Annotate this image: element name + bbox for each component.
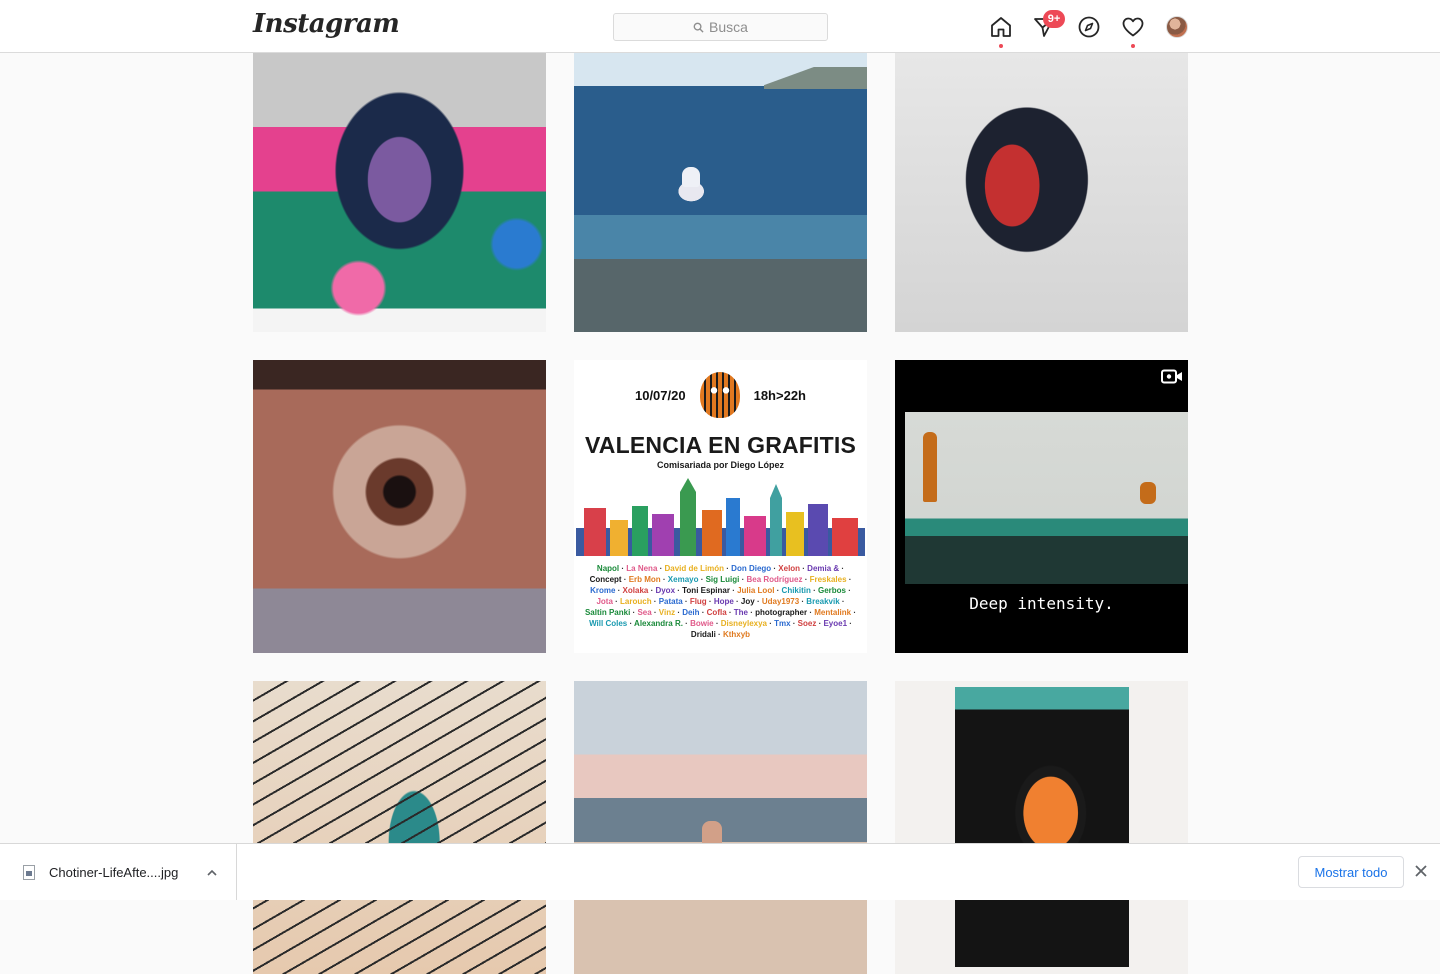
instagram-logo[interactable]: Instagram — [253, 9, 400, 39]
poster-artist: Breakvik — [806, 597, 840, 606]
poster-artist: Gerbos — [818, 586, 847, 595]
poster-artist: Disneylexya — [720, 619, 767, 628]
poster-artist: Bea Rodríguez — [746, 575, 803, 584]
post-thumbnail-figure-sketch[interactable] — [253, 681, 546, 974]
poster-artist: Dridali — [690, 630, 716, 639]
download-shelf: Chotiner-LifeAfte....jpg Mostrar todo — [0, 843, 1440, 900]
cliff-shape — [764, 67, 867, 89]
post-thumbnail-orange-painting[interactable] — [895, 681, 1188, 974]
poster-artist: Larouch — [620, 597, 652, 606]
poster-artist: Chikitin — [781, 586, 811, 595]
poster-date: 10/07/20 — [634, 387, 686, 403]
poster-header: 10/07/20 18h>22h — [574, 366, 867, 424]
heart-icon — [1122, 17, 1144, 37]
poster-artist: Xelon — [778, 564, 801, 573]
poster-artist: Demia & — [807, 564, 840, 573]
search-input[interactable]: Busca — [613, 13, 828, 41]
video-frame — [905, 412, 1188, 584]
poster-artist: Eyoe1 — [823, 619, 848, 628]
show-all-downloads-button[interactable]: Mostrar todo — [1298, 856, 1404, 888]
search-placeholder: Busca — [709, 19, 748, 35]
poster-artist: Soez — [797, 619, 817, 628]
poster-artist: Xemayo — [667, 575, 699, 584]
post-thumbnail-sea[interactable] — [574, 39, 867, 332]
poster-artist: Krome — [590, 586, 616, 595]
video-icon — [1161, 369, 1182, 384]
download-item[interactable]: Chotiner-LifeAfte....jpg — [0, 844, 237, 900]
tiger-logo-icon — [699, 372, 740, 418]
poster-artist: Saltin Panki — [584, 608, 631, 617]
explore-button[interactable] — [1076, 14, 1102, 40]
poster-artist: La Nena — [626, 564, 658, 573]
poster-artist: Hope — [713, 597, 734, 606]
poster-artist: Vinz — [658, 608, 676, 617]
home-icon — [991, 17, 1011, 37]
post-thumbnail-mural-woman[interactable] — [253, 39, 546, 332]
poster-artist: Cofla — [706, 608, 727, 617]
poster-artist: Mentalink — [814, 608, 852, 617]
poster-artist: Xolaka — [622, 586, 649, 595]
poster-artist-list: Napol · La Nena · David de Limón · Don D… — [584, 564, 857, 639]
poster-title: VALENCIA EN GRAFITIS — [584, 432, 857, 458]
poster-artist: Tmx — [774, 619, 791, 628]
download-file-name: Chotiner-LifeAfte....jpg — [49, 865, 179, 880]
close-icon[interactable] — [1414, 864, 1428, 878]
poster-artist: Napol — [596, 564, 620, 573]
poster-artist: Erb Mon — [628, 575, 661, 584]
poster-artist: Julia Lool — [737, 586, 775, 595]
poster-time: 18h>22h — [753, 387, 806, 403]
poster-artist: Concept — [589, 575, 622, 584]
poster-artist: The — [733, 608, 748, 617]
chevron-up-icon[interactable] — [205, 866, 219, 880]
poster-artist: Sig Luigi — [705, 575, 740, 584]
canvas-painting — [955, 687, 1129, 967]
profile-avatar[interactable] — [1166, 16, 1188, 38]
poster-artist: Patata — [658, 597, 683, 606]
file-icon — [23, 865, 35, 880]
search-icon — [693, 22, 704, 33]
post-thumbnail-poster[interactable]: 10/07/20 18h>22h VALENCIA EN GRAFITIS Co… — [574, 360, 867, 653]
home-button[interactable] — [988, 14, 1014, 40]
poster-artist: Dyox — [655, 586, 676, 595]
person-in-water-shape — [682, 167, 700, 187]
poster-artist: David de Limón — [664, 564, 725, 573]
activity-button[interactable] — [1120, 14, 1146, 40]
poster-artist: Flug — [689, 597, 707, 606]
activity-dot — [1131, 44, 1135, 48]
poster-subtitle: Comisariada por Diego López — [656, 460, 785, 470]
poster-artist: Freskales — [809, 575, 847, 584]
poster-artist: Bowie — [690, 619, 714, 628]
poster-artist: Deih — [682, 608, 700, 617]
poster-artist: Jota — [596, 597, 613, 606]
figure-right-shape — [1140, 482, 1156, 504]
poster-artist: Will Coles — [589, 619, 628, 628]
notifications-badge: 9+ — [1043, 10, 1065, 28]
figure-left-shape — [923, 432, 937, 502]
poster-artist: Uday1973 — [761, 597, 800, 606]
poster-artist: Alexandra R. — [634, 619, 683, 628]
poster-artist: photographer — [755, 608, 808, 617]
post-thumbnail-eye[interactable] — [253, 360, 546, 653]
top-navigation-bar: Instagram Busca 9+ — [0, 0, 1440, 53]
video-caption: Deep intensity. — [969, 594, 1114, 613]
poster-artist: Don Diego — [731, 564, 772, 573]
post-thumbnail-video[interactable]: Deep intensity. — [895, 360, 1188, 653]
city-skyline-illustration — [576, 478, 865, 556]
poster-artist: Kthxyb — [722, 630, 751, 639]
home-activity-dot — [999, 44, 1003, 48]
poster-artist: Toni Espinar — [682, 586, 730, 595]
poster-artist: Joy — [740, 597, 755, 606]
post-thumbnail-abstract-mural[interactable] — [895, 39, 1188, 332]
poster-artist: Sea — [637, 608, 652, 617]
explore-icon — [1078, 16, 1100, 38]
post-thumbnail-beach[interactable] — [574, 681, 867, 974]
